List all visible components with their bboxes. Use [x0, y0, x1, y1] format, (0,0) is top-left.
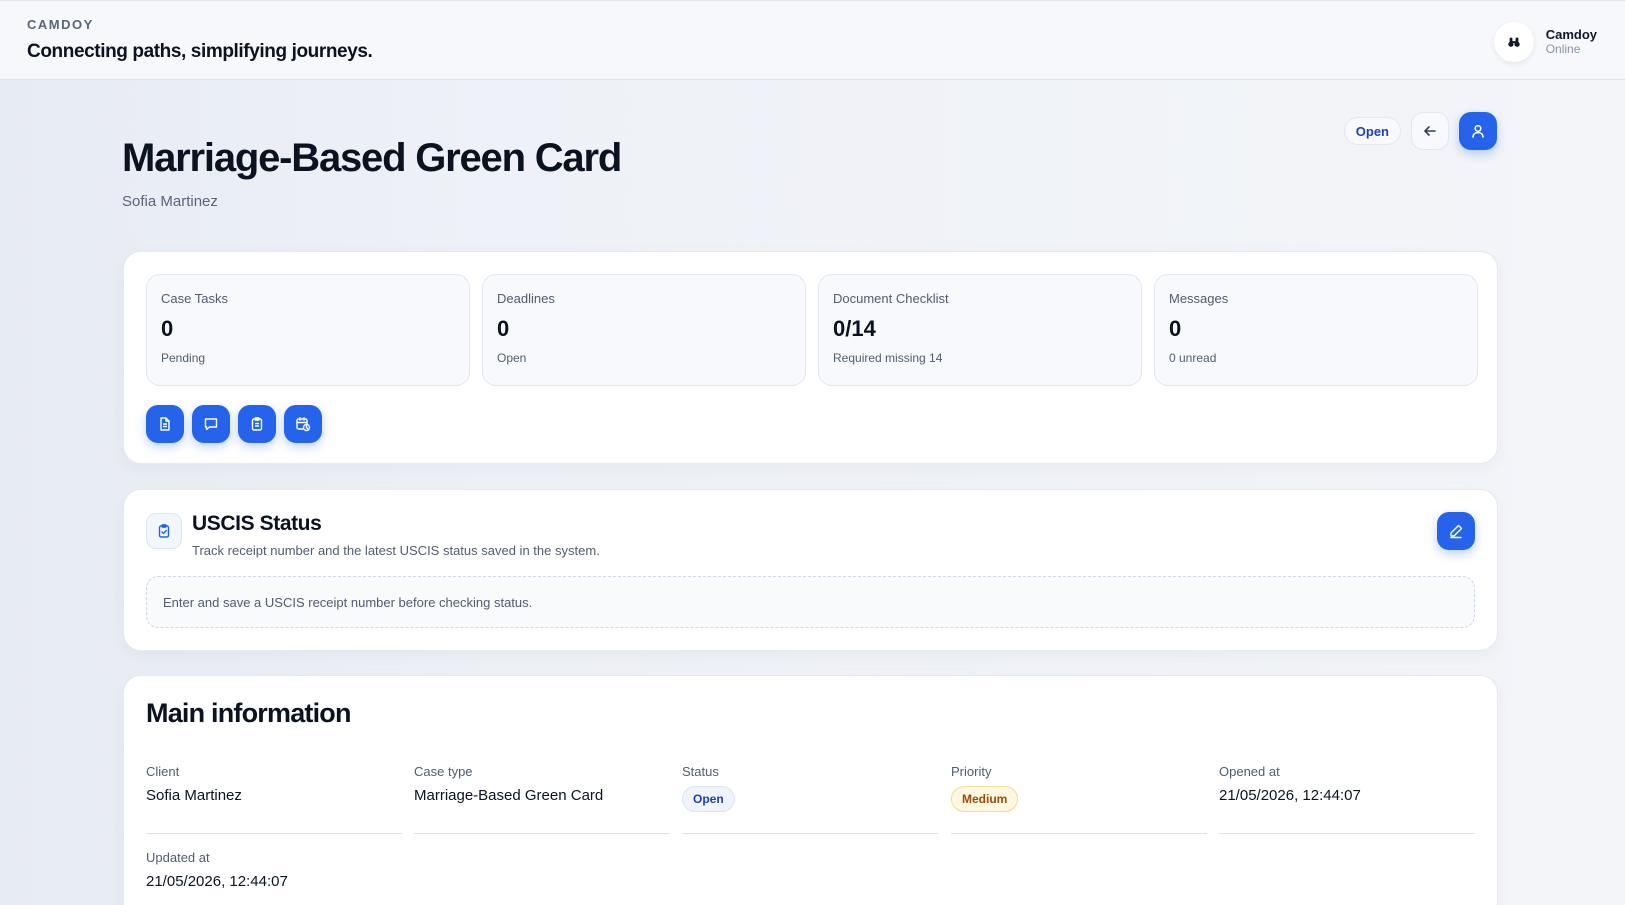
stat-sub: 0 unread	[1169, 351, 1217, 365]
quick-actions	[146, 405, 322, 443]
section-title: USCIS Status	[192, 512, 322, 535]
checklist-button[interactable]	[238, 405, 276, 443]
user-menu[interactable]: Camdoy Online	[1493, 21, 1597, 63]
chat-icon	[204, 418, 218, 431]
client-profile-button[interactable]	[1459, 112, 1497, 150]
back-button[interactable]	[1411, 112, 1449, 150]
stat-document-checklist[interactable]: Document Checklist 0/14 Required missing…	[818, 274, 1142, 386]
edit-receipt-button[interactable]	[1437, 512, 1475, 550]
stats-row: Case Tasks 0 Pending Deadlines 0 Open Do…	[146, 274, 1478, 386]
user-meta: Camdoy Online	[1545, 27, 1597, 57]
clipboard-icon	[251, 417, 263, 431]
case-summary-card: Case Tasks 0 Pending Deadlines 0 Open Do…	[123, 251, 1498, 464]
header-actions: Open	[1343, 112, 1497, 150]
clipboard-check-icon	[158, 524, 170, 538]
avatar[interactable]	[1493, 22, 1534, 62]
field-value: Marriage-Based Green Card	[414, 787, 604, 804]
stat-value: 0	[1169, 316, 1182, 341]
status-badge: Open	[682, 786, 735, 812]
field-label: Priority	[951, 764, 992, 779]
status-badge: Open	[1343, 117, 1401, 145]
field-label: Status	[682, 764, 719, 779]
stat-label: Messages	[1169, 291, 1229, 306]
field-opened-at: Opened at 21/05/2026, 12:44:07	[1219, 764, 1475, 834]
field-client: Client Sofia Martinez	[146, 764, 402, 834]
stat-label: Document Checklist	[833, 291, 949, 306]
stat-sub: Open	[497, 351, 527, 365]
field-status: Status Open	[682, 764, 938, 834]
stat-value: 0	[497, 316, 510, 341]
stat-case-tasks[interactable]: Case Tasks 0 Pending	[146, 274, 470, 386]
calendar-clock-icon	[296, 417, 311, 432]
messages-button[interactable]	[192, 405, 230, 443]
field-value: 21/05/2026, 12:44:07	[146, 873, 288, 890]
page-subtitle: Sofia Martinez	[122, 193, 218, 210]
field-updated-at: Updated at 21/05/2026, 12:44:07	[146, 850, 402, 905]
stat-label: Case Tasks	[161, 291, 228, 306]
stat-label: Deadlines	[497, 291, 555, 306]
field-value: Sofia Martinez	[146, 787, 242, 804]
binoculars-icon	[1508, 37, 1520, 47]
field-label: Client	[146, 764, 180, 779]
field-case-type: Case type Marriage-Based Green Card	[414, 764, 670, 834]
user-status: Online	[1545, 42, 1581, 56]
field-priority: Priority Medium	[951, 764, 1207, 834]
pencil-icon	[1450, 524, 1463, 539]
field-label: Case type	[414, 764, 473, 779]
field-value: 21/05/2026, 12:44:07	[1219, 787, 1361, 804]
field-label: Updated at	[146, 850, 210, 865]
empty-state-note: Enter and save a USCIS receipt number be…	[146, 576, 1475, 628]
stat-value: 0/14	[833, 316, 876, 341]
stat-sub: Pending	[161, 351, 206, 365]
field-label: Opened at	[1219, 764, 1280, 779]
documents-button[interactable]	[146, 405, 184, 443]
stat-value: 0	[161, 316, 174, 341]
top-header: CAMDOY Connecting paths, simplifying jou…	[0, 0, 1625, 80]
uscis-status-card: USCIS Status Track receipt number and th…	[123, 489, 1498, 651]
user-name: Camdoy	[1545, 27, 1597, 42]
section-description: Track receipt number and the latest USCI…	[192, 543, 600, 558]
brand-logo-text[interactable]: CAMDOY	[27, 17, 94, 32]
tagline: Connecting paths, simplifying journeys.	[27, 41, 373, 62]
stat-sub: Required missing 14	[833, 351, 943, 365]
stat-messages[interactable]: Messages 0 0 unread	[1154, 274, 1478, 386]
main-information-card: Main information Client Sofia Martinez C…	[123, 675, 1498, 905]
stat-deadlines[interactable]: Deadlines 0 Open	[482, 274, 806, 386]
page-title: Marriage-Based Green Card	[122, 136, 622, 180]
document-icon	[160, 417, 170, 431]
arrow-left-icon	[1424, 126, 1436, 136]
user-icon	[1472, 124, 1484, 138]
section-title: Main information	[146, 698, 352, 728]
uscis-status-icon-tile	[146, 513, 182, 549]
priority-badge: Medium	[951, 786, 1019, 812]
deadlines-button[interactable]	[284, 405, 322, 443]
